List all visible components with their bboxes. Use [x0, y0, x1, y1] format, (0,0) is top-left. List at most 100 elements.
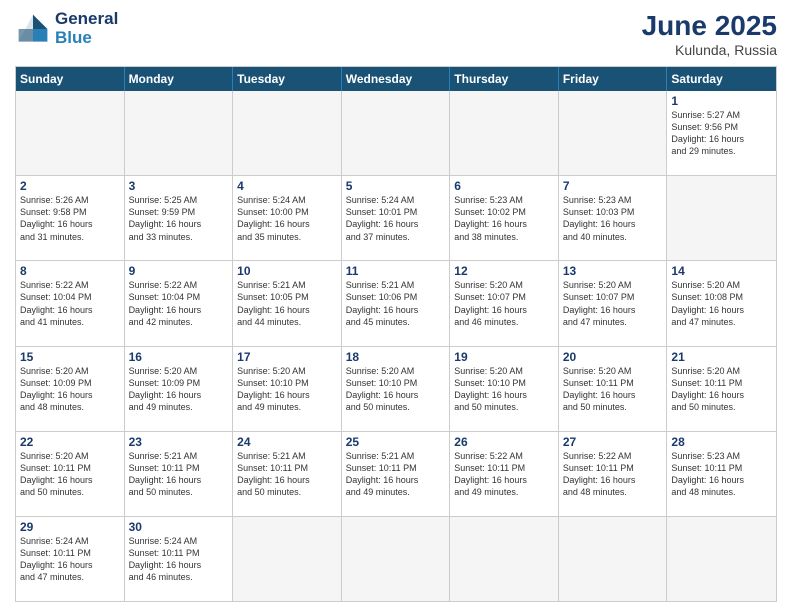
cell-content: Sunrise: 5:20 AMSunset: 10:07 PMDaylight… — [563, 279, 663, 328]
cell-content: Sunrise: 5:24 AMSunset: 10:00 PMDaylight… — [237, 194, 337, 243]
day-number: 15 — [20, 350, 120, 364]
day-number: 18 — [346, 350, 446, 364]
cell-content: Sunrise: 5:20 AMSunset: 10:11 PMDaylight… — [20, 450, 120, 499]
day-number: 6 — [454, 179, 554, 193]
day-number: 24 — [237, 435, 337, 449]
logo-icon — [15, 11, 51, 47]
day-number: 26 — [454, 435, 554, 449]
calendar-cell: 12Sunrise: 5:20 AMSunset: 10:07 PMDaylig… — [450, 261, 559, 345]
cell-content: Sunrise: 5:20 AMSunset: 10:10 PMDaylight… — [237, 365, 337, 414]
day-number: 19 — [454, 350, 554, 364]
calendar-cell: 7Sunrise: 5:23 AMSunset: 10:03 PMDayligh… — [559, 176, 668, 260]
day-number: 8 — [20, 264, 120, 278]
cell-content: Sunrise: 5:24 AMSunset: 10:01 PMDaylight… — [346, 194, 446, 243]
calendar-cell — [667, 517, 776, 601]
calendar-row: 8 Sunrise: 5:22 AMSunset: 10:04 PMDayligh… — [16, 260, 776, 345]
cell-content: Sunrise: 5:22 AMSunset: 10:04 PMDaylight… — [129, 279, 229, 328]
calendar-cell: 10Sunrise: 5:21 AMSunset: 10:05 PMDaylig… — [233, 261, 342, 345]
cell-content: Sunrise: 5:24 AMSunset: 10:11 PMDaylight… — [20, 535, 120, 584]
weekday-header: Saturday — [667, 67, 776, 91]
title-block: June 2025 Kulunda, Russia — [642, 10, 777, 58]
weekday-header: Tuesday — [233, 67, 342, 91]
calendar-cell: 24Sunrise: 5:21 AMSunset: 10:11 PMDaylig… — [233, 432, 342, 516]
calendar-row: 15Sunrise: 5:20 AMSunset: 10:09 PMDaylig… — [16, 346, 776, 431]
day-number: 5 — [346, 179, 446, 193]
calendar-cell: 30Sunrise: 5:24 AMSunset: 10:11 PMDaylig… — [125, 517, 234, 601]
cell-content: Sunrise: 5:21 AMSunset: 10:11 PMDaylight… — [237, 450, 337, 499]
calendar-cell — [559, 91, 668, 175]
calendar-cell: 18Sunrise: 5:20 AMSunset: 10:10 PMDaylig… — [342, 347, 451, 431]
day-number: 7 — [563, 179, 663, 193]
calendar-cell — [559, 517, 668, 601]
day-number: 27 — [563, 435, 663, 449]
calendar-cell: 15Sunrise: 5:20 AMSunset: 10:09 PMDaylig… — [16, 347, 125, 431]
calendar-cell: 13Sunrise: 5:20 AMSunset: 10:07 PMDaylig… — [559, 261, 668, 345]
calendar-cell: 9Sunrise: 5:22 AMSunset: 10:04 PMDayligh… — [125, 261, 234, 345]
calendar-cell: 11Sunrise: 5:21 AMSunset: 10:06 PMDaylig… — [342, 261, 451, 345]
cell-content: Sunrise: 5:20 AMSunset: 10:10 PMDaylight… — [346, 365, 446, 414]
calendar-row: 1Sunrise: 5:27 AMSunset: 9:56 PMDaylight… — [16, 91, 776, 175]
location: Kulunda, Russia — [642, 42, 777, 58]
calendar: SundayMondayTuesdayWednesdayThursdayFrid… — [15, 66, 777, 602]
cell-content: Sunrise: 5:20 AMSunset: 10:10 PMDaylight… — [454, 365, 554, 414]
calendar-cell: 6Sunrise: 5:23 AMSunset: 10:02 PMDayligh… — [450, 176, 559, 260]
weekday-header: Thursday — [450, 67, 559, 91]
calendar-cell: 3Sunrise: 5:25 AMSunset: 9:59 PMDaylight… — [125, 176, 234, 260]
calendar-cell: 8Sunrise: 5:22 AMSunset: 10:04 PMDayligh… — [16, 261, 125, 345]
logo: General Blue — [15, 10, 118, 47]
day-number: 16 — [129, 350, 229, 364]
calendar-cell: 27Sunrise: 5:22 AMSunset: 10:11 PMDaylig… — [559, 432, 668, 516]
cell-content: Sunrise: 5:24 AMSunset: 10:11 PMDaylight… — [129, 535, 229, 584]
cell-content: Sunrise: 5:22 AMSunset: 10:11 PMDaylight… — [454, 450, 554, 499]
weekday-header: Sunday — [16, 67, 125, 91]
day-number: 23 — [129, 435, 229, 449]
calendar-cell: 1Sunrise: 5:27 AMSunset: 9:56 PMDaylight… — [667, 91, 776, 175]
cell-content: Sunrise: 5:20 AMSunset: 10:11 PMDaylight… — [671, 365, 772, 414]
calendar-header: SundayMondayTuesdayWednesdayThursdayFrid… — [16, 67, 776, 91]
calendar-cell: 5Sunrise: 5:24 AMSunset: 10:01 PMDayligh… — [342, 176, 451, 260]
cell-content: Sunrise: 5:20 AMSunset: 10:11 PMDaylight… — [563, 365, 663, 414]
weekday-header: Monday — [125, 67, 234, 91]
calendar-row: 29Sunrise: 5:24 AMSunset: 10:11 PMDaylig… — [16, 516, 776, 601]
calendar-cell: 23Sunrise: 5:21 AMSunset: 10:11 PMDaylig… — [125, 432, 234, 516]
cell-content: Sunrise: 5:21 AMSunset: 10:11 PMDaylight… — [346, 450, 446, 499]
cell-content: Sunrise: 5:26 AMSunset: 9:58 PMDaylight:… — [20, 194, 120, 243]
cell-content: Sunrise: 5:20 AMSunset: 10:08 PMDaylight… — [671, 279, 772, 328]
calendar-cell — [342, 517, 451, 601]
day-number: 1 — [671, 94, 772, 108]
calendar-cell — [342, 91, 451, 175]
calendar-cell: 26Sunrise: 5:22 AMSunset: 10:11 PMDaylig… — [450, 432, 559, 516]
page: General Blue June 2025 Kulunda, Russia S… — [0, 0, 792, 612]
calendar-cell — [667, 176, 776, 260]
cell-content: Sunrise: 5:21 AMSunset: 10:06 PMDaylight… — [346, 279, 446, 328]
calendar-cell — [16, 91, 125, 175]
cell-content: Sunrise: 5:23 AMSunset: 10:02 PMDaylight… — [454, 194, 554, 243]
day-number: 17 — [237, 350, 337, 364]
day-number: 12 — [454, 264, 554, 278]
weekday-header: Friday — [559, 67, 668, 91]
calendar-cell: 2Sunrise: 5:26 AMSunset: 9:58 PMDaylight… — [16, 176, 125, 260]
calendar-row: 2Sunrise: 5:26 AMSunset: 9:58 PMDaylight… — [16, 175, 776, 260]
cell-content: Sunrise: 5:21 AMSunset: 10:05 PMDaylight… — [237, 279, 337, 328]
day-number: 22 — [20, 435, 120, 449]
cell-content: Sunrise: 5:23 AMSunset: 10:03 PMDaylight… — [563, 194, 663, 243]
header: General Blue June 2025 Kulunda, Russia — [15, 10, 777, 58]
day-number: 3 — [129, 179, 229, 193]
weekday-header: Wednesday — [342, 67, 451, 91]
calendar-cell: 16Sunrise: 5:20 AMSunset: 10:09 PMDaylig… — [125, 347, 234, 431]
cell-content: Sunrise: 5:20 AMSunset: 10:09 PMDaylight… — [20, 365, 120, 414]
cell-content: Sunrise: 5:25 AMSunset: 9:59 PMDaylight:… — [129, 194, 229, 243]
cell-content: Sunrise: 5:23 AMSunset: 10:11 PMDaylight… — [671, 450, 772, 499]
day-number: 21 — [671, 350, 772, 364]
cell-content: Sunrise: 5:27 AMSunset: 9:56 PMDaylight:… — [671, 109, 772, 158]
calendar-cell: 29Sunrise: 5:24 AMSunset: 10:11 PMDaylig… — [16, 517, 125, 601]
cell-content: Sunrise: 5:20 AMSunset: 10:07 PMDaylight… — [454, 279, 554, 328]
calendar-cell: 4Sunrise: 5:24 AMSunset: 10:00 PMDayligh… — [233, 176, 342, 260]
logo-text: General Blue — [55, 10, 118, 47]
cell-content: Sunrise: 5:20 AMSunset: 10:09 PMDaylight… — [129, 365, 229, 414]
day-number: 10 — [237, 264, 337, 278]
calendar-cell: 21Sunrise: 5:20 AMSunset: 10:11 PMDaylig… — [667, 347, 776, 431]
calendar-cell — [233, 91, 342, 175]
calendar-cell: 17Sunrise: 5:20 AMSunset: 10:10 PMDaylig… — [233, 347, 342, 431]
day-number: 4 — [237, 179, 337, 193]
